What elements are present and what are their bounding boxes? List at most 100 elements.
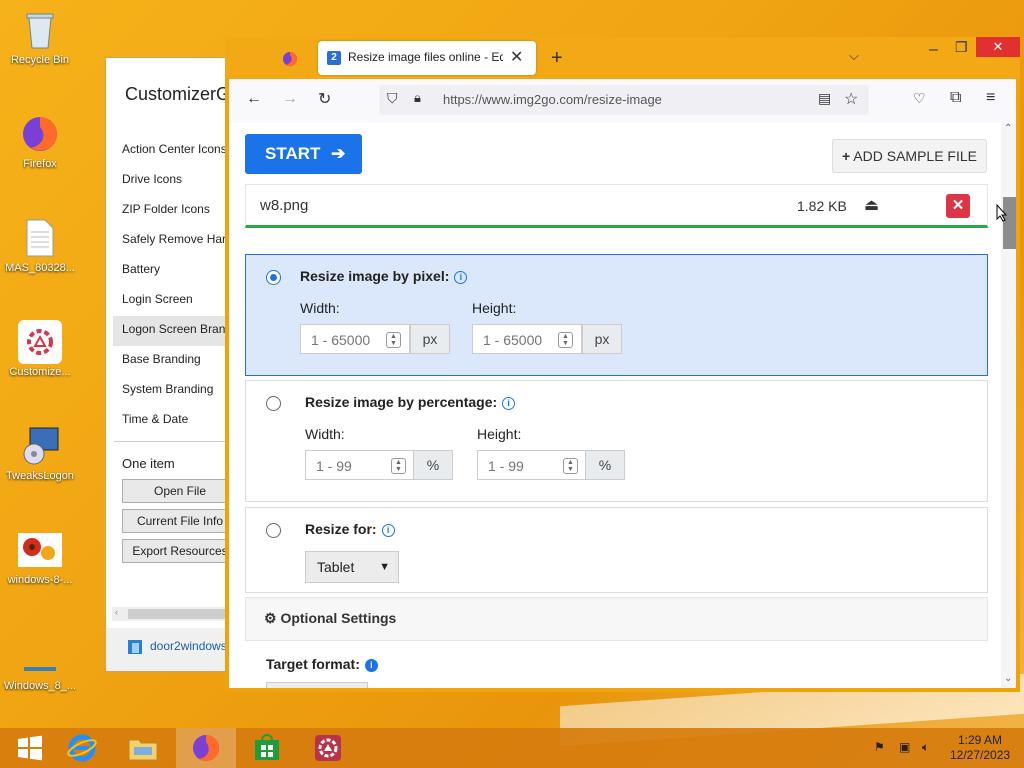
recycle-bin-icon: [18, 8, 62, 52]
scroll-up-icon[interactable]: ⌃: [1004, 123, 1012, 134]
close-window-icon[interactable]: ✕: [976, 37, 1020, 57]
info-icon[interactable]: i: [381, 524, 395, 537]
optional-settings-title: ⚙ Optional Settings: [264, 610, 396, 627]
customizer-item[interactable]: ZIP Folder Icons: [113, 196, 238, 226]
percent-width-input[interactable]: ▲▼: [305, 450, 415, 480]
current-file-info-button[interactable]: Current File Info: [122, 509, 238, 533]
desktop-icon-windows-8-file[interactable]: Windows_8_...: [0, 660, 80, 692]
device-select[interactable]: Tablet ▼: [305, 551, 399, 583]
customizer-item[interactable]: Base Branding: [113, 346, 238, 376]
tab-resize-image[interactable]: 2 Resize image files online - Edito ✕: [318, 41, 536, 75]
shield-icon[interactable]: ⛉: [387, 90, 398, 107]
pixel-height-input[interactable]: ▲▼: [472, 324, 582, 354]
back-icon[interactable]: ←: [246, 90, 262, 108]
stepper-icon[interactable]: ▲ ▼: [391, 458, 406, 474]
desktop-icon-mas-file[interactable]: MAS_80328...: [0, 216, 80, 274]
desktop-icon-customizer[interactable]: Customize...: [0, 320, 80, 378]
customizer-item[interactable]: Time & Date: [113, 406, 238, 436]
pixel-width-input[interactable]: ▲▼: [300, 324, 410, 354]
stepper-icon[interactable]: ▲ ▼: [558, 332, 573, 348]
desktop-icon-windows-8-image[interactable]: windows-8-...: [0, 528, 80, 586]
bookmark-star-icon[interactable]: ☆: [844, 89, 858, 109]
customizer-item-selected[interactable]: Logon Screen Brand: [113, 316, 238, 346]
scroll-down-icon[interactable]: ⌄: [1004, 673, 1012, 684]
desktop-icon-tweakslogon[interactable]: TweaksLogon: [0, 424, 80, 482]
stepper-icon[interactable]: ▲ ▼: [563, 458, 578, 474]
radio-resize-by-pixel[interactable]: [266, 270, 281, 285]
maximize-icon[interactable]: ❐: [955, 39, 968, 56]
lock-icon[interactable]: 🔒︎: [414, 90, 421, 106]
start-windows-icon[interactable]: [0, 728, 60, 768]
one-item-label: One item: [122, 456, 175, 471]
clock[interactable]: 1:29 AM 12/27/2023: [950, 733, 1010, 763]
arrow-right-icon: ➔: [331, 144, 346, 163]
percent-height-input[interactable]: ▲▼: [477, 450, 587, 480]
customizer-item[interactable]: Action Center Icons: [113, 136, 238, 166]
desktop-icon-firefox[interactable]: Firefox: [0, 112, 80, 170]
customizer-item[interactable]: Login Screen: [113, 286, 238, 316]
url-bar[interactable]: ⛉ 🔒︎ https://www.img2go.com/resize-image…: [379, 85, 869, 115]
add-sample-file-button[interactable]: + ADD SAMPLE FILE: [832, 139, 987, 173]
percent-width-field[interactable]: [314, 457, 388, 475]
internet-explorer-icon[interactable]: [52, 728, 112, 768]
optional-settings-text: Optional Settings: [280, 610, 397, 626]
firefox-taskbar-icon[interactable]: [176, 728, 236, 768]
info-icon[interactable]: i: [502, 397, 516, 410]
horizontal-scrollbar[interactable]: ‹: [112, 607, 236, 621]
resize-for-option[interactable]: Resize for: i Tablet ▼: [245, 507, 988, 593]
minimize-icon[interactable]: –: [929, 41, 938, 59]
desktop-icon-label: Firefox: [23, 158, 57, 170]
store-icon[interactable]: [237, 728, 297, 768]
customizer-item[interactable]: System Branding: [113, 376, 238, 406]
percent-height-field[interactable]: [486, 457, 560, 475]
reload-icon[interactable]: ↻: [318, 89, 331, 109]
file-explorer-icon[interactable]: [113, 728, 173, 768]
action-center-flag-icon[interactable]: ⚑: [874, 740, 885, 754]
firefox-tab-icon[interactable]: [282, 51, 298, 67]
pixel-height-field[interactable]: [481, 331, 555, 349]
door2windows-link[interactable]: door2windows: [150, 639, 227, 653]
info-icon[interactable]: i: [454, 271, 468, 284]
network-icon[interactable]: ▣: [899, 740, 910, 754]
scrollbar-thumb[interactable]: [128, 609, 236, 619]
customizer-taskbar-icon[interactable]: [298, 728, 358, 768]
scroll-left-icon[interactable]: ‹: [115, 607, 118, 617]
info-icon[interactable]: i: [364, 659, 378, 672]
close-tab-icon[interactable]: ✕: [510, 47, 523, 67]
delete-file-icon[interactable]: ✕: [946, 194, 970, 218]
upload-cloud-icon[interactable]: ⏏: [864, 195, 879, 215]
new-tab-icon[interactable]: +: [551, 47, 563, 70]
forward-icon[interactable]: →: [282, 90, 298, 108]
reader-view-icon[interactable]: ▤: [818, 90, 831, 107]
start-button[interactable]: START ➔: [245, 134, 362, 174]
desktop-icon-recycle-bin[interactable]: Recycle Bin: [0, 8, 80, 66]
resize-by-pixel-option[interactable]: Resize image by pixel: i Width: Height: ▲…: [245, 254, 988, 376]
export-resources-button[interactable]: Export Resources: [122, 539, 238, 563]
extensions-icon[interactable]: ⧉: [950, 89, 961, 107]
firefox-icon: [18, 112, 62, 156]
radio-resize-by-percentage[interactable]: [266, 396, 281, 411]
option-label-text: Resize image by percentage:: [305, 394, 498, 410]
file-name: w8.png: [260, 197, 309, 214]
taskbar: ⚑ ▣ 🔈︎ 1:29 AM 12/27/2023: [0, 728, 1024, 768]
sample-label: ADD SAMPLE FILE: [853, 148, 977, 164]
target-format-select[interactable]: [266, 682, 368, 688]
pocket-icon[interactable]: ♡: [913, 90, 926, 107]
optional-settings-header[interactable]: ⚙ Optional Settings: [245, 597, 988, 641]
resize-by-percentage-option[interactable]: Resize image by percentage: i Width: Heig…: [245, 380, 988, 502]
desktop-icon-label: Customize...: [9, 366, 71, 378]
radio-resize-for[interactable]: [266, 523, 281, 538]
stepper-icon[interactable]: ▲ ▼: [386, 332, 401, 348]
volume-muted-icon[interactable]: 🔈︎: [922, 740, 929, 755]
menu-icon[interactable]: ≡: [986, 89, 995, 107]
customizer-item[interactable]: Drive Icons: [113, 166, 238, 196]
customizer-item[interactable]: Safely Remove Hard: [113, 226, 238, 256]
tab-bar: 2 Resize image files online - Edito ✕ + …: [225, 37, 1020, 79]
customizer-item[interactable]: Battery: [113, 256, 238, 286]
open-file-button[interactable]: Open File: [122, 479, 238, 503]
mouse-cursor-icon: [996, 204, 1008, 222]
list-tabs-chevron-icon[interactable]: ⌵: [849, 48, 859, 64]
clock-time: 1:29 AM: [957, 733, 1002, 747]
pixel-width-field[interactable]: [309, 331, 383, 349]
option-label-text: Resize for:: [305, 521, 377, 537]
